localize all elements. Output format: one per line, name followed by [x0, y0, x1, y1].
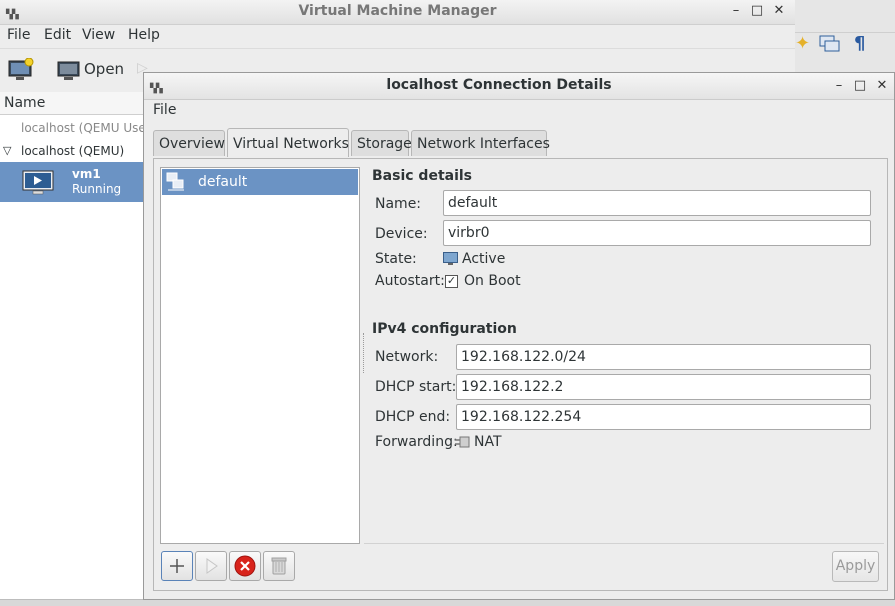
- name-field[interactable]: [443, 190, 871, 216]
- connection-details-dialog: ▚▚ localhost Connection Details – □ ✕ Fi…: [143, 72, 895, 600]
- expander-icon[interactable]: ▽: [3, 144, 11, 157]
- network-icon: [166, 172, 186, 196]
- stop-icon: [234, 555, 256, 577]
- background-app-toolbar: ✦ ¶: [795, 0, 895, 72]
- new-vm-icon[interactable]: [8, 57, 34, 86]
- autostart-label: Autostart:: [375, 273, 445, 289]
- name-label: Name:: [375, 196, 422, 212]
- basic-details-heading: Basic details: [372, 168, 473, 184]
- close-icon[interactable]: ✕: [770, 3, 788, 18]
- forwarding-value: NAT: [474, 434, 502, 450]
- menu-help[interactable]: Help: [128, 27, 160, 43]
- tab-virtual-networks[interactable]: Virtual Networks: [227, 128, 349, 157]
- dialog-menubar: [144, 99, 894, 123]
- menu-edit[interactable]: Edit: [44, 27, 71, 43]
- ipv4-heading: IPv4 configuration: [372, 321, 517, 337]
- pane-divider[interactable]: [363, 333, 367, 373]
- play-icon: [206, 558, 218, 574]
- start-network-button[interactable]: [195, 551, 227, 581]
- plug-icon: [455, 435, 471, 453]
- forwarding-label: Forwarding:: [375, 434, 458, 450]
- main-window-title: Virtual Machine Manager: [298, 3, 497, 19]
- apply-button[interactable]: Apply: [832, 551, 879, 582]
- network-row-label: default: [198, 174, 248, 190]
- name-column-header[interactable]: Name: [4, 95, 45, 111]
- connection-qemu-user[interactable]: localhost (QEMU User: [21, 121, 151, 135]
- dialog-minimize-icon[interactable]: –: [830, 78, 848, 93]
- dhcp-end-field[interactable]: [456, 404, 871, 430]
- maximize-icon[interactable]: □: [748, 3, 766, 18]
- tab-network-interfaces[interactable]: Network Interfaces: [411, 130, 550, 156]
- add-network-button[interactable]: [161, 551, 193, 581]
- menu-view[interactable]: View: [82, 27, 115, 43]
- network-row-default[interactable]: default: [162, 169, 358, 195]
- autostart-checkbox[interactable]: ✓: [445, 275, 458, 288]
- star-icon[interactable]: ✦: [795, 33, 810, 54]
- pilcrow-icon[interactable]: ¶: [854, 33, 865, 54]
- screens-icon[interactable]: [819, 34, 841, 58]
- plus-icon: [170, 559, 184, 573]
- dhcp-end-label: DHCP end:: [375, 409, 451, 425]
- tab-overview[interactable]: Overview: [153, 130, 225, 156]
- dialog-maximize-icon[interactable]: □: [851, 78, 869, 93]
- network-field[interactable]: [456, 344, 871, 370]
- main-menubar: [0, 24, 795, 48]
- autostart-value[interactable]: On Boot: [464, 273, 521, 289]
- state-label: State:: [375, 251, 417, 267]
- device-label: Device:: [375, 226, 428, 242]
- tab-storage[interactable]: Storage: [351, 130, 412, 156]
- dialog-close-icon[interactable]: ✕: [873, 78, 891, 93]
- dialog-title: localhost Connection Details: [386, 77, 612, 93]
- bottom-separator: [364, 543, 884, 544]
- vm-monitor-icon: [22, 170, 54, 200]
- open-button[interactable]: Open: [84, 60, 124, 78]
- minimize-icon[interactable]: –: [727, 3, 745, 18]
- network-label: Network:: [375, 349, 439, 365]
- stop-network-button[interactable]: [229, 551, 261, 581]
- state-monitor-icon: [443, 252, 458, 270]
- vm-status: Running: [72, 182, 122, 196]
- network-list: default: [160, 167, 360, 544]
- dialog-menu-file[interactable]: File: [153, 102, 176, 118]
- connection-qemu[interactable]: localhost (QEMU): [21, 144, 124, 158]
- vm-name: vm1: [72, 167, 101, 181]
- dhcp-start-label: DHCP start:: [375, 379, 457, 395]
- state-value: Active: [462, 251, 506, 267]
- open-vm-icon[interactable]: [57, 60, 81, 86]
- trash-icon: [271, 557, 287, 575]
- dhcp-start-field[interactable]: [456, 374, 871, 400]
- device-field[interactable]: [443, 220, 871, 246]
- delete-network-button[interactable]: [263, 551, 295, 581]
- menu-file[interactable]: File: [7, 27, 30, 43]
